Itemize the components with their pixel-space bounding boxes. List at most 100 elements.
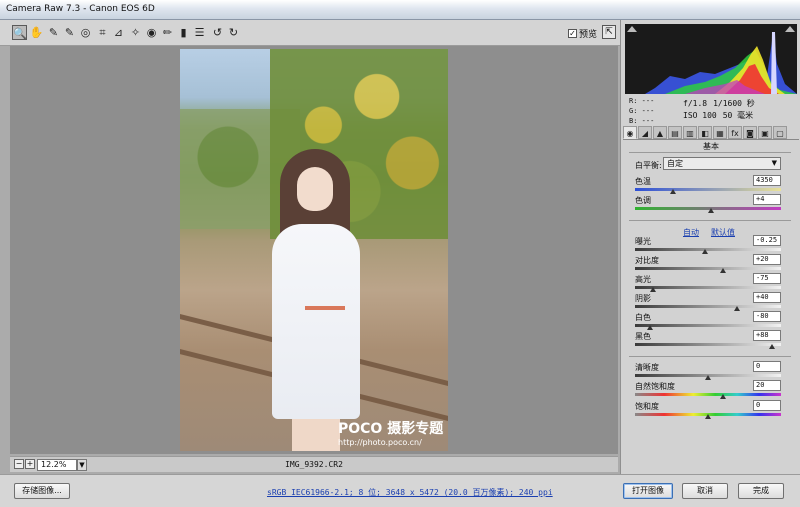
- graduated-filter-icon[interactable]: ▮: [176, 25, 191, 40]
- adjustments-panel: R: --- G: --- B: --- f/1.8 1/1600 秒 ISO …: [620, 20, 800, 474]
- photo-subject-belt: [305, 306, 345, 310]
- highlights-value-input[interactable]: -75: [753, 273, 781, 284]
- shadows-value-input[interactable]: +40: [753, 292, 781, 303]
- photo-subject-dress: [272, 224, 360, 419]
- contrast-slider-track[interactable]: [635, 267, 781, 270]
- iso: ISO 100: [683, 111, 717, 120]
- done-button[interactable]: 完成: [738, 483, 784, 499]
- exposure-value-input[interactable]: -0.25: [753, 235, 781, 246]
- readout-b: B: ---: [629, 117, 655, 125]
- shadows-label: 阴影: [635, 294, 651, 303]
- target-adjustment-tool-icon[interactable]: ◎: [78, 25, 93, 40]
- contrast-label: 对比度: [635, 256, 659, 265]
- image-canvas[interactable]: POCO 摄影专题 http://photo.poco.cn/: [10, 46, 618, 454]
- temp-value-input[interactable]: 4350: [753, 175, 781, 186]
- snapshots-tab-icon[interactable]: ▢: [773, 126, 787, 139]
- vibrance-slider-track[interactable]: [635, 393, 781, 396]
- readout-g: G: ---: [629, 107, 655, 115]
- shadows-slider-thumb[interactable]: [734, 306, 741, 311]
- zoom-bar: − + 12.2% ▼ IMG_9392.CR2: [10, 456, 618, 472]
- rgb-readout: R: --- G: --- B: ---: [629, 96, 654, 126]
- zoom-tool-icon[interactable]: 🔍: [12, 25, 27, 40]
- fx-tab-icon[interactable]: fx: [728, 126, 742, 139]
- tint-slider-thumb[interactable]: [707, 208, 714, 213]
- clarity-label: 清晰度: [635, 363, 659, 372]
- lens-corrections-tab-icon[interactable]: ◧: [698, 126, 712, 139]
- preview-checkbox[interactable]: ✓: [568, 29, 577, 38]
- white-balance-value: 自定: [667, 159, 683, 168]
- rotate-left-icon[interactable]: ↺: [210, 25, 225, 40]
- rotate-right-icon[interactable]: ↻: [226, 25, 241, 40]
- split-toning-tab-icon[interactable]: ▥: [683, 126, 697, 139]
- camera-calibration-tab-icon[interactable]: ◙: [743, 126, 757, 139]
- shadow-clipping-icon[interactable]: [627, 26, 637, 32]
- fullscreen-toggle-icon[interactable]: ⇱: [602, 25, 616, 39]
- shadows-slider-track[interactable]: [635, 305, 781, 308]
- basic-tab-icon[interactable]: ◉: [623, 126, 637, 139]
- preferences-icon[interactable]: ☰: [192, 25, 207, 40]
- default-link[interactable]: 默认值: [711, 227, 735, 238]
- highlights-slider-track[interactable]: [635, 286, 781, 289]
- temp-slider-track[interactable]: [635, 188, 781, 191]
- tint-value-input[interactable]: +4: [753, 194, 781, 205]
- blacks-slider-thumb[interactable]: [769, 344, 776, 349]
- spot-removal-tool-icon[interactable]: ✧: [128, 25, 143, 40]
- shutter-speed: 1/1600 秒: [713, 99, 755, 108]
- color-sampler-tool-icon[interactable]: ✎: [62, 25, 77, 40]
- temp-label: 色温: [635, 177, 651, 186]
- red-eye-tool-icon[interactable]: ◉: [144, 25, 159, 40]
- vibrance-label: 自然饱和度: [635, 382, 675, 391]
- window-title: Camera Raw 7.3 - Canon EOS 6D: [6, 4, 155, 14]
- detail-tab-icon[interactable]: ▲: [653, 126, 667, 139]
- saturation-value-input[interactable]: 0: [753, 400, 781, 411]
- histogram: [625, 24, 797, 94]
- contrast-slider-thumb[interactable]: [719, 268, 726, 273]
- whites-value-input[interactable]: -80: [753, 311, 781, 322]
- clarity-value-input[interactable]: 0: [753, 361, 781, 372]
- whites-slider-thumb[interactable]: [646, 325, 653, 330]
- whites-slider-track[interactable]: [635, 324, 781, 327]
- workflow-options-link[interactable]: sRGB IEC61966-2.1; 8 位; 3648 x 5472 (20.…: [267, 487, 553, 498]
- saturation-slider-thumb[interactable]: [705, 414, 711, 419]
- toolbar: ✓ 预览 ⇱ 🔍 ✋ ✎ ✎ ◎ ⌗ ⊿ ✧ ◉ ✏ ▮ ☰ ↺ ↻: [0, 20, 620, 46]
- highlight-clipping-icon[interactable]: [785, 26, 795, 32]
- preview-label: 预览: [579, 30, 598, 40]
- aperture: f/1.8: [683, 99, 708, 108]
- blacks-value-input[interactable]: +88: [753, 330, 781, 341]
- highlights-slider-thumb[interactable]: [649, 287, 656, 292]
- photo-subject-legs: [292, 419, 340, 451]
- exposure-slider-thumb[interactable]: [702, 249, 709, 254]
- saturation-label: 饱和度: [635, 402, 659, 411]
- hsl-tab-icon[interactable]: ▤: [668, 126, 682, 139]
- tone-curve-tab-icon[interactable]: ◢: [638, 126, 652, 139]
- divider: [629, 220, 791, 221]
- presets-tab-icon[interactable]: ▣: [758, 126, 772, 139]
- histogram-graph: [625, 32, 797, 94]
- blacks-slider-track[interactable]: [635, 343, 781, 346]
- effects-tab-icon[interactable]: ▦: [713, 126, 727, 139]
- hand-tool-icon[interactable]: ✋: [29, 25, 44, 40]
- white-balance-label: 白平衡:: [635, 161, 662, 170]
- highlights-label: 高光: [635, 275, 651, 284]
- preview-toggle[interactable]: ✓ 预览: [568, 27, 597, 40]
- save-image-button[interactable]: 存储图像...: [14, 483, 70, 499]
- white-balance-select[interactable]: 自定 ▼: [663, 157, 781, 170]
- crop-tool-icon[interactable]: ⌗: [95, 25, 110, 40]
- cancel-button[interactable]: 取消: [682, 483, 728, 499]
- blacks-label: 黑色: [635, 332, 651, 341]
- clarity-slider-thumb[interactable]: [705, 375, 711, 380]
- panel-tabs: ◉ ◢ ▲ ▤ ▥ ◧ ▦ fx ◙ ▣ ▢: [623, 126, 799, 140]
- photo-subject-face: [297, 167, 333, 211]
- watermark: POCO 摄影专题 http://photo.poco.cn/: [338, 418, 443, 447]
- straighten-tool-icon[interactable]: ⊿: [111, 25, 126, 40]
- open-image-button[interactable]: 打开图像: [623, 483, 673, 499]
- adjustment-brush-icon[interactable]: ✏: [160, 25, 175, 40]
- white-balance-tool-icon[interactable]: ✎: [46, 25, 61, 40]
- readout-r: R: ---: [629, 97, 655, 105]
- vibrance-slider-thumb[interactable]: [719, 394, 726, 399]
- auto-link[interactable]: 自动: [683, 227, 699, 238]
- contrast-value-input[interactable]: +20: [753, 254, 781, 265]
- vibrance-value-input[interactable]: 20: [753, 380, 781, 391]
- temp-slider-thumb[interactable]: [669, 189, 676, 194]
- file-name: IMG_9392.CR2: [285, 460, 343, 469]
